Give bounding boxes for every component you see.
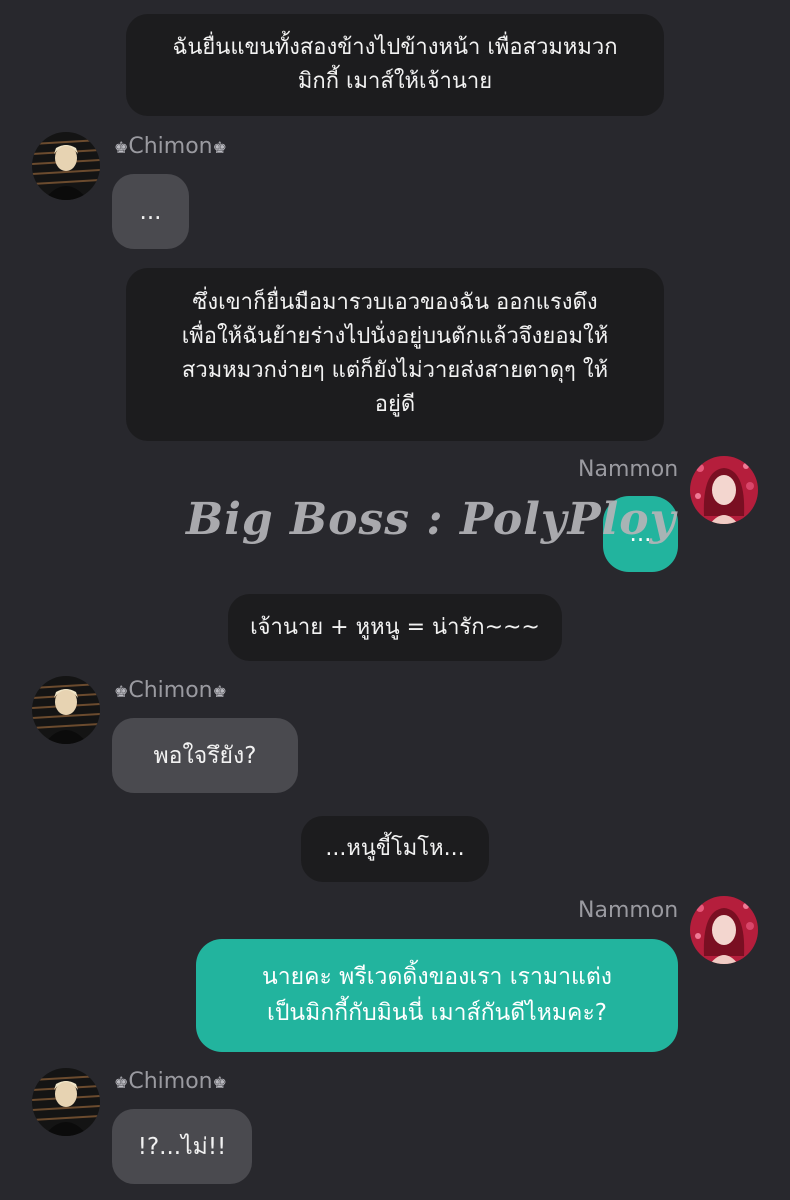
sender-name-text: Nammon bbox=[578, 898, 679, 923]
chimon-name: ♚Chimon♚ bbox=[114, 1069, 227, 1096]
message-line: นายคะ พรีเวดดิ้งของเรา เรามาแต่ง bbox=[262, 964, 612, 990]
nammon-avatar[interactable] bbox=[690, 456, 758, 524]
nammon-avatar[interactable] bbox=[690, 896, 758, 964]
narration-line: ...หนูขี้โมโห... bbox=[325, 836, 465, 861]
sender-name-text: Chimon bbox=[128, 1069, 213, 1094]
crown-icon: ♚ bbox=[114, 1073, 129, 1092]
chimon-name: ♚Chimon♚ bbox=[114, 134, 227, 161]
sender-name-text: Chimon bbox=[128, 134, 213, 159]
nammon-name: Nammon bbox=[578, 898, 678, 924]
narration-bubble: เจ้านาย + หูหนู = น่ารัก~~~ bbox=[228, 594, 562, 661]
crown-icon: ♚ bbox=[212, 1073, 227, 1092]
message-text: ... bbox=[139, 198, 162, 225]
sender-name-text: Chimon bbox=[128, 678, 213, 703]
narration-line: เพื่อให้ฉันย้ายร่างไปนั่งอยู่บนตักแล้วจึ… bbox=[181, 324, 609, 349]
message-text: !?...ไม่!! bbox=[137, 1133, 227, 1160]
chimon-message: !?...ไม่!! bbox=[112, 1109, 252, 1184]
crown-icon: ♚ bbox=[212, 682, 227, 701]
crown-icon: ♚ bbox=[114, 682, 129, 701]
narration-line: สวมหมวกง่ายๆ แต่ก็ยังไม่วายส่งสายตาดุๆ ใ… bbox=[181, 358, 609, 383]
chimon-avatar[interactable] bbox=[32, 1068, 100, 1136]
chimon-message: ... bbox=[112, 174, 189, 249]
sender-name-text: Nammon bbox=[578, 457, 679, 482]
message-text: พอใจรึยัง? bbox=[153, 742, 257, 769]
watermark: Big Boss : PolyPloy bbox=[186, 494, 677, 545]
nammon-name: Nammon bbox=[578, 457, 678, 483]
narration-bubble: ฉันยื่นแขนทั้งสองข้างไปข้างหน้า เพื่อสวม… bbox=[126, 14, 664, 116]
narration-line: ซึ่งเขาก็ยื่นมือมารวบเอวของฉัน ออกแรงดึง bbox=[192, 290, 598, 315]
narration-line: เจ้านาย + หูหนู = น่ารัก~~~ bbox=[250, 615, 540, 640]
narration-line: อยู่ดี bbox=[374, 392, 416, 417]
nammon-message: นายคะ พรีเวดดิ้งของเรา เรามาแต่ง เป็นมิก… bbox=[196, 939, 678, 1052]
chimon-message: พอใจรึยัง? bbox=[112, 718, 298, 793]
message-line: เป็นมิกกี้กับมินนี่ เมาส์กันดีไหมคะ? bbox=[266, 1000, 608, 1026]
crown-icon: ♚ bbox=[114, 138, 129, 157]
crown-icon: ♚ bbox=[212, 138, 227, 157]
narration-line: ฉันยื่นแขนทั้งสองข้างไปข้างหน้า เพื่อสวม… bbox=[172, 35, 618, 60]
chimon-avatar[interactable] bbox=[32, 132, 100, 200]
chimon-name: ♚Chimon♚ bbox=[114, 678, 227, 705]
narration-bubble: ...หนูขี้โมโห... bbox=[301, 816, 489, 882]
narration-bubble: ซึ่งเขาก็ยื่นมือมารวบเอวของฉัน ออกแรงดึง… bbox=[126, 268, 664, 441]
narration-line: มิกกี้ เมาส์ให้เจ้านาย bbox=[297, 69, 493, 94]
chimon-avatar[interactable] bbox=[32, 676, 100, 744]
